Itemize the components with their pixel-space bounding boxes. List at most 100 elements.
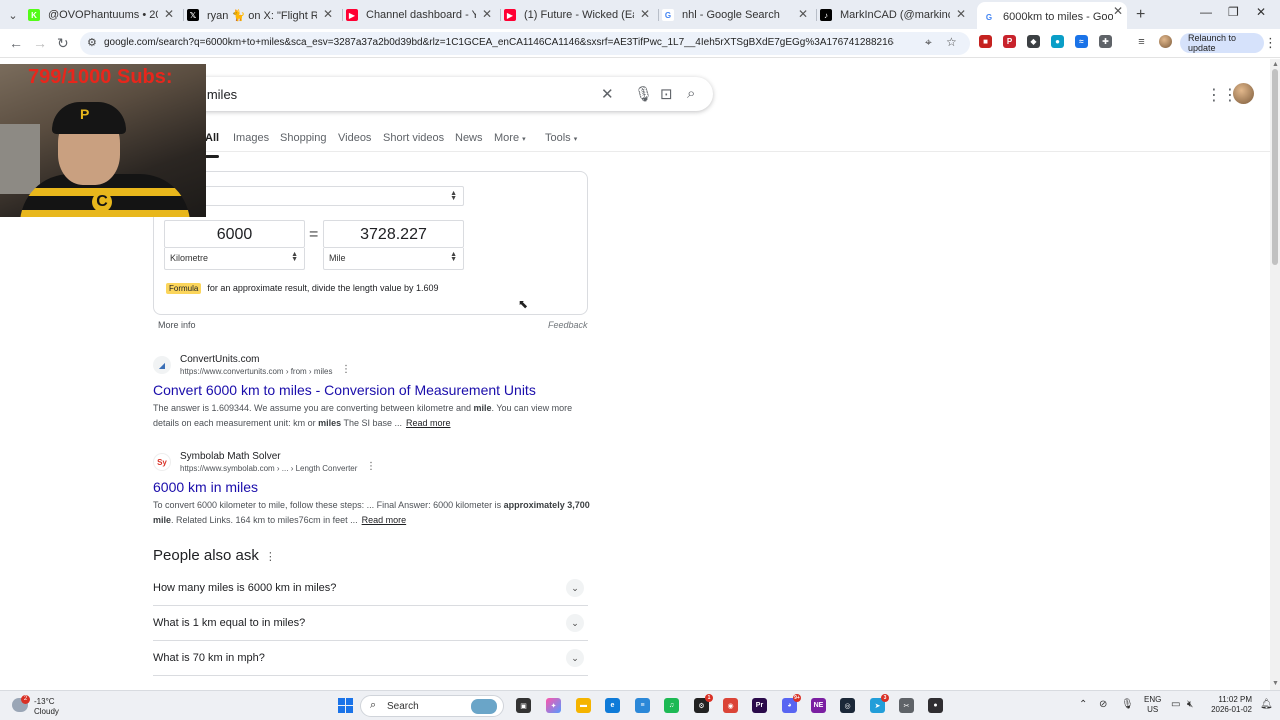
reading-list-icon[interactable]: ≡ xyxy=(1135,35,1148,48)
copilot-icon[interactable]: ✦ xyxy=(546,698,561,713)
scroll-up-icon[interactable]: ▲ xyxy=(1272,61,1279,68)
ext-dark-icon[interactable]: ◆ xyxy=(1027,35,1040,48)
read-more-link[interactable]: Read more xyxy=(362,515,407,525)
tray-overflow-icon[interactable]: ⌃ xyxy=(1079,699,1087,710)
notifications-icon[interactable]: 🔔︎ xyxy=(1260,699,1273,710)
site-info-icon[interactable]: ⚙ xyxy=(87,36,97,49)
tab-videos[interactable]: Videos xyxy=(338,132,371,144)
edge-icon[interactable]: e xyxy=(605,698,620,713)
quantity-select[interactable]: ▲ ▼ xyxy=(164,186,464,206)
obs-icon[interactable]: ● xyxy=(928,698,943,713)
chrome-icon[interactable]: ◉ xyxy=(723,698,738,713)
minimize-icon[interactable]: — xyxy=(1200,5,1212,19)
search-box[interactable]: o miles ✕ 🎙︎ ⊡ ⌕ xyxy=(140,77,713,111)
restore-icon[interactable]: ❐ xyxy=(1228,5,1239,19)
relaunch-button[interactable]: Relaunch to update xyxy=(1180,33,1264,53)
browser-tab[interactable]: ♪ MarkInCAD (@markincad) | Tik ✕ xyxy=(820,5,970,25)
notepad-icon[interactable]: ≡ xyxy=(635,698,650,713)
clock[interactable]: 11:02 PM 2026-01-02 xyxy=(1206,695,1252,715)
browser-tab[interactable]: Gnhl - Google Search ✕ xyxy=(662,5,812,25)
page-scrollbar[interactable] xyxy=(1270,59,1280,690)
volume-muted-icon[interactable]: 🔇︎ xyxy=(1187,699,1193,710)
next-icon[interactable]: NE xyxy=(811,698,826,713)
close-window-icon[interactable]: ✕ xyxy=(1256,5,1266,19)
telegram-icon[interactable]: ➤ 3 xyxy=(870,694,889,713)
start-button[interactable] xyxy=(338,698,353,713)
profile-avatar[interactable] xyxy=(1159,35,1172,48)
feedback-link[interactable]: Feedback xyxy=(548,320,588,330)
browser-tab[interactable]: ▶ (1) Future - Wicked (Ear Rape) ✕ xyxy=(504,5,654,25)
back-icon[interactable]: ← xyxy=(9,35,23,51)
discord-icon[interactable]: ◕ 9+ xyxy=(782,694,801,713)
address-bar[interactable]: ⚙ google.com/search?q=6000km+to+miles&sc… xyxy=(80,32,970,55)
search-icon[interactable]: ⌕ xyxy=(687,85,695,102)
browser-tab[interactable]: 𝕏ryan 🐈 on X: "Flight Reacts is a ✕ xyxy=(187,5,337,25)
display-icon[interactable]: ▭ xyxy=(1171,699,1180,710)
to-value-input[interactable]: 3728.227 xyxy=(323,220,464,248)
microphone-icon[interactable]: 🎙︎ xyxy=(1121,699,1134,710)
result-title-link[interactable]: 6000 km in miles xyxy=(153,479,258,495)
language-indicator[interactable]: ENG US xyxy=(1144,695,1161,715)
browser-tab[interactable]: ▶ Channel dashboard - YouTube ✕ xyxy=(346,5,496,25)
ext-pinterest-icon[interactable]: P xyxy=(1003,35,1016,48)
taskbar-search[interactable]: ⌕ Search xyxy=(360,695,504,717)
paa-question[interactable]: What is 1 km equal to in miles? ⌄ xyxy=(153,606,588,641)
tab-images[interactable]: Images xyxy=(233,132,269,144)
tab-news[interactable]: News xyxy=(455,132,483,144)
spotify-icon[interactable]: ♫ xyxy=(664,698,679,713)
close-tab-icon[interactable]: ✕ xyxy=(482,7,492,21)
scrollbar-thumb[interactable] xyxy=(1272,69,1278,265)
lens-icon[interactable]: ⊡ xyxy=(660,85,673,103)
chatgpt-icon[interactable]: ⚙ 1 xyxy=(694,694,713,713)
read-more-link[interactable]: Read more xyxy=(406,418,451,428)
ext-blue-icon[interactable]: ≈ xyxy=(1075,35,1088,48)
scroll-down-icon[interactable]: ▼ xyxy=(1272,680,1279,687)
tab-shopping[interactable]: Shopping xyxy=(280,132,327,144)
from-unit-select[interactable]: Kilometre ▲ ▼ xyxy=(164,248,305,270)
ext-puzzle-icon[interactable]: ✚ xyxy=(1099,35,1112,48)
voice-search-icon[interactable]: 🎙︎ xyxy=(634,85,653,103)
chevron-down-icon[interactable]: ⌄ xyxy=(566,614,584,632)
premiere-icon[interactable]: Pr xyxy=(752,698,767,713)
to-unit-select[interactable]: Mile ▲ ▼ xyxy=(323,248,464,270)
steam-icon[interactable]: ◎ xyxy=(840,698,855,713)
site-url[interactable]: https://www.symbolab.com › ... › Length … xyxy=(180,464,357,473)
result-menu-icon[interactable]: ⋮ xyxy=(341,364,351,375)
from-value-input[interactable]: 6000 xyxy=(164,220,305,248)
browser-tab[interactable]: K @OVOPhantuums • 2025 KICK ✕ xyxy=(28,5,178,25)
site-name[interactable]: Symbolab Math Solver xyxy=(180,451,281,462)
paa-menu-icon[interactable]: ⋮ xyxy=(265,551,276,563)
clear-search-icon[interactable]: ✕ xyxy=(601,85,614,103)
close-tab-icon[interactable]: ✕ xyxy=(640,7,650,21)
close-tab-icon[interactable]: ✕ xyxy=(323,7,333,21)
close-tab-icon[interactable]: ✕ xyxy=(1113,4,1123,18)
close-tab-icon[interactable]: ✕ xyxy=(798,7,808,21)
result-title-link[interactable]: Convert 6000 km to miles - Conversion of… xyxy=(153,382,536,398)
close-tab-icon[interactable]: ✕ xyxy=(164,7,174,21)
site-name[interactable]: ConvertUnits.com xyxy=(180,354,259,365)
tab-tools[interactable]: Tools ▾ xyxy=(545,132,577,144)
tab-short-videos[interactable]: Short videos xyxy=(383,132,444,144)
forward-icon[interactable]: → xyxy=(33,35,47,51)
account-avatar[interactable] xyxy=(1233,83,1254,104)
tab-search-icon[interactable]: ⌄ xyxy=(4,6,22,24)
ext-red-icon[interactable]: ■ xyxy=(979,35,992,48)
network-off-icon[interactable]: ⊘ xyxy=(1099,699,1107,710)
bookmark-star-icon[interactable]: ☆ xyxy=(946,35,957,49)
browser-menu-icon[interactable]: ⋮ xyxy=(1264,35,1277,51)
chevron-down-icon[interactable]: ⌄ xyxy=(566,579,584,597)
file-explorer-icon[interactable]: ▬ xyxy=(576,698,591,713)
site-url[interactable]: https://www.convertunits.com › from › mi… xyxy=(180,367,332,376)
paa-question[interactable]: What is 70 km in mph? ⌄ xyxy=(153,641,588,676)
reload-icon[interactable]: ↻ xyxy=(57,35,69,52)
ext-teal-icon[interactable]: ● xyxy=(1051,35,1064,48)
task-view-icon[interactable]: ▣ xyxy=(516,698,531,713)
new-tab-icon[interactable]: + xyxy=(1136,6,1145,24)
snip-icon[interactable]: ✂ xyxy=(899,698,914,713)
weather-widget[interactable]: 2 -13°C Cloudy xyxy=(12,695,72,716)
tab-all[interactable]: All xyxy=(205,132,220,158)
browser-tab[interactable]: G 6000km to miles - Google Sear✕ xyxy=(977,2,1127,29)
chevron-down-icon[interactable]: ⌄ xyxy=(566,649,584,667)
tab-more[interactable]: More ▾ xyxy=(494,132,526,144)
paa-question[interactable]: How many miles is 6000 km in miles? ⌄ xyxy=(153,571,588,606)
